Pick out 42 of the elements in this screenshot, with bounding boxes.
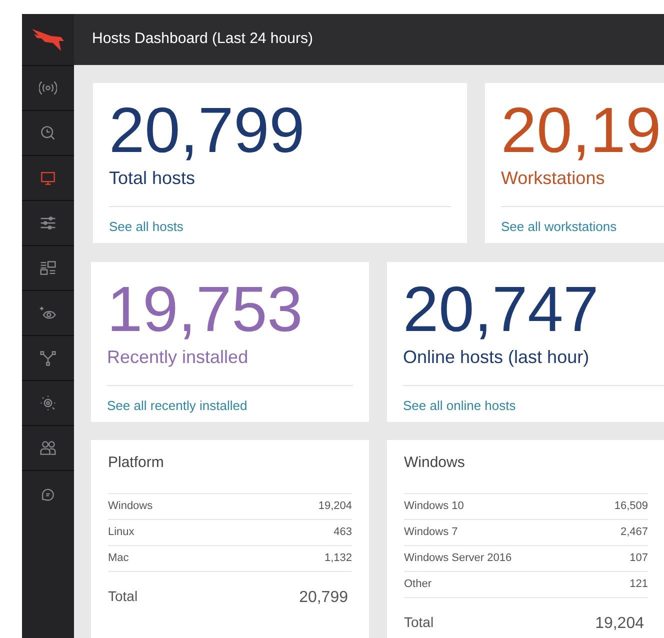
stat-label: Total hosts [109, 167, 196, 190]
page-title: Hosts Dashboard (Last 24 hours) [92, 29, 313, 50]
row-count: 16,509 [614, 498, 648, 514]
stat-value: 20,747 [403, 274, 600, 344]
table-title: Platform [108, 453, 165, 473]
bird-logo-icon [31, 26, 65, 52]
search-icon[interactable] [39, 124, 57, 142]
row-count: 107 [630, 550, 648, 566]
layout-icon[interactable] [39, 259, 57, 277]
row-count: 19,204 [318, 498, 352, 514]
stat-label: Workstations [501, 167, 606, 190]
broadcast-icon[interactable] [39, 79, 57, 97]
see-all-link[interactable]: See all workstations [501, 219, 617, 234]
see-all-link[interactable]: See all hosts [109, 219, 184, 234]
row-count: 121 [630, 576, 648, 592]
row-count: 463 [334, 524, 352, 540]
row-count: 2,467 [620, 524, 648, 540]
table-title: Windows [404, 453, 466, 473]
row-label: Windows Server 2016 [404, 550, 512, 566]
row-label: Other [404, 576, 432, 592]
see-all-link[interactable]: See all online hosts [403, 398, 516, 413]
total-count: 20,799 [299, 588, 349, 608]
row-label: Linux [108, 524, 134, 540]
see-all-link[interactable]: See all recently installed [107, 398, 248, 413]
total-label: Total [404, 612, 434, 632]
stat-label: Online hosts (last hour) [403, 346, 590, 369]
row-label: Windows [108, 498, 153, 514]
row-label: Windows 10 [404, 498, 464, 514]
target-icon[interactable] [39, 394, 57, 412]
row-label: Windows 7 [404, 524, 458, 540]
sliders-icon[interactable] [39, 214, 57, 232]
row-label: Mac [108, 550, 129, 566]
network-icon[interactable] [39, 349, 57, 367]
stat-value: 20,799 [109, 95, 306, 165]
total-label: Total [108, 586, 138, 606]
total-count: 19,204 [595, 614, 645, 634]
monitor-icon[interactable] [39, 169, 57, 187]
stat-label: Recently installed [107, 346, 250, 369]
users-icon[interactable] [39, 439, 57, 457]
stat-value: 19,753 [107, 274, 304, 344]
stat-value: 20,19 [501, 95, 662, 165]
row-count: 1,132 [324, 550, 352, 566]
